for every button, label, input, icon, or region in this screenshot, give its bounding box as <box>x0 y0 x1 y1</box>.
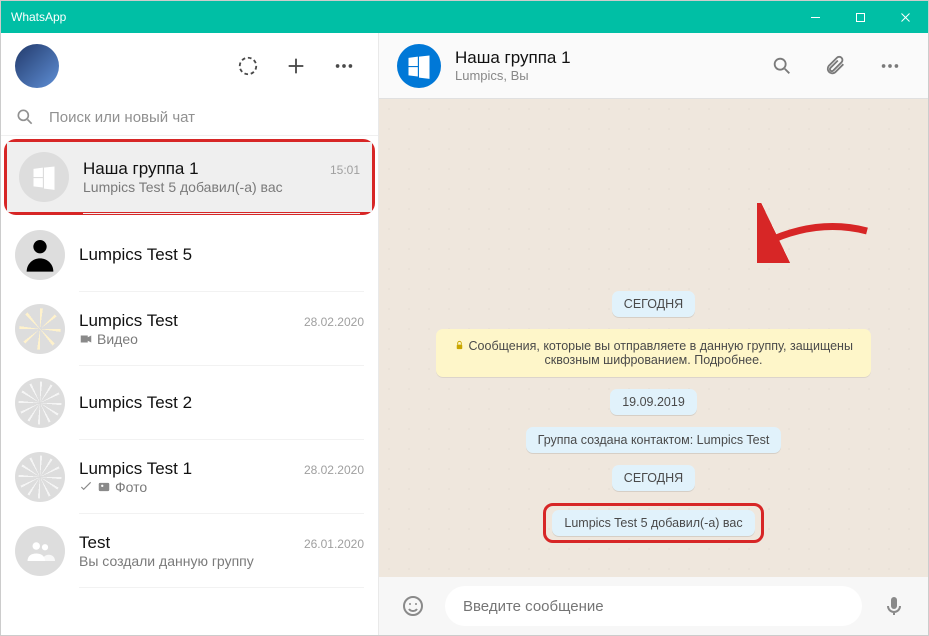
chat-avatar <box>19 152 69 202</box>
attach-button[interactable] <box>816 46 856 86</box>
chat-name: Test <box>79 533 110 553</box>
chat-name: Lumpics Test 1 <box>79 459 192 479</box>
maximize-button[interactable] <box>838 1 883 33</box>
left-panel: Наша группа 1 15:01 Lumpics Test 5 добав… <box>1 33 379 635</box>
chat-avatar <box>15 526 65 576</box>
chat-item-2[interactable]: Lumpics Test 28.02.2020 Видео <box>1 292 378 366</box>
header-menu-button[interactable] <box>870 46 910 86</box>
close-button[interactable] <box>883 1 928 33</box>
chat-time: 26.01.2020 <box>304 537 364 551</box>
encryption-banner[interactable]: Сообщения, которые вы отправляете в данн… <box>436 329 870 377</box>
search-bar[interactable] <box>1 99 378 136</box>
chat-preview-text: Фото <box>115 479 147 495</box>
chat-time: 28.02.2020 <box>304 315 364 329</box>
check-icon <box>79 480 93 494</box>
chat-area: СЕГОДНЯ Сообщения, которые вы отправляет… <box>379 99 928 577</box>
conversation-header[interactable]: Наша группа 1 Lumpics, Вы <box>379 33 928 99</box>
conversation-avatar <box>397 44 441 88</box>
chat-item-4[interactable]: Lumpics Test 1 28.02.2020 Фото <box>1 440 378 514</box>
app-window: WhatsApp <box>0 0 929 636</box>
chat-meta: Наша группа 1 15:01 Lumpics Test 5 добав… <box>83 152 360 214</box>
right-panel: Наша группа 1 Lumpics, Вы <box>379 33 928 635</box>
highlight-frame-2: Lumpics Test 5 добавил(-а) вас <box>543 503 763 543</box>
titlebar: WhatsApp <box>1 1 928 33</box>
composer <box>379 577 928 635</box>
chat-item-1[interactable]: Lumpics Test 5 <box>1 218 378 292</box>
chat-preview: Вы создали данную группу <box>79 553 364 569</box>
lock-icon <box>454 340 465 351</box>
mic-button[interactable] <box>874 586 914 626</box>
chat-meta: Lumpics Test 28.02.2020 Видео <box>79 304 364 366</box>
chat-item-5[interactable]: Test 26.01.2020 Вы создали данную группу <box>1 514 378 588</box>
conversation-subtitle: Lumpics, Вы <box>455 68 748 83</box>
banner-text: Сообщения, которые вы отправляете в данн… <box>469 339 853 367</box>
chat-content: СЕГОДНЯ Сообщения, которые вы отправляет… <box>379 99 928 577</box>
system-chip: Группа создана контактом: Lumpics Test <box>526 427 782 453</box>
message-input[interactable] <box>445 586 862 626</box>
minimize-button[interactable] <box>793 1 838 33</box>
chat-avatar <box>15 452 65 502</box>
chat-preview: Фото <box>79 479 364 495</box>
header-search-button[interactable] <box>762 46 802 86</box>
chat-meta: Lumpics Test 1 28.02.2020 Фото <box>79 452 364 514</box>
status-button[interactable] <box>228 46 268 86</box>
conversation-title: Наша группа 1 <box>455 48 748 68</box>
my-avatar[interactable] <box>15 44 59 88</box>
chat-item-3[interactable]: Lumpics Test 2 <box>1 366 378 440</box>
chat-preview: Lumpics Test 5 добавил(-а) вас <box>83 179 360 195</box>
chat-time: 28.02.2020 <box>304 463 364 477</box>
system-chip-added: Lumpics Test 5 добавил(-а) вас <box>552 510 754 536</box>
main: Наша группа 1 15:01 Lumpics Test 5 добав… <box>1 33 928 635</box>
chat-meta: Lumpics Test 5 <box>79 230 364 292</box>
conversation-title-block: Наша группа 1 Lumpics, Вы <box>455 48 748 83</box>
search-icon <box>15 107 35 127</box>
highlight-frame: Наша группа 1 15:01 Lumpics Test 5 добав… <box>4 139 375 215</box>
chat-avatar <box>15 378 65 428</box>
chat-avatar <box>15 304 65 354</box>
chat-item-0[interactable]: Наша группа 1 15:01 Lumpics Test 5 добав… <box>7 142 372 212</box>
menu-button[interactable] <box>324 46 364 86</box>
chat-avatar <box>15 230 65 280</box>
chat-preview: Видео <box>79 331 364 347</box>
new-chat-button[interactable] <box>276 46 316 86</box>
chat-time: 15:01 <box>330 163 360 177</box>
chat-meta: Test 26.01.2020 Вы создали данную группу <box>79 526 364 588</box>
search-input[interactable] <box>49 109 364 126</box>
chat-name: Lumpics Test <box>79 311 178 331</box>
chat-name: Lumpics Test 5 <box>79 245 192 265</box>
date-chip: 19.09.2019 <box>610 389 697 415</box>
emoji-button[interactable] <box>393 586 433 626</box>
chat-name: Наша группа 1 <box>83 159 199 179</box>
date-chip: СЕГОДНЯ <box>612 465 695 491</box>
chat-preview-text: Видео <box>97 331 138 347</box>
left-header <box>1 33 378 99</box>
chat-name: Lumpics Test 2 <box>79 393 192 413</box>
date-chip: СЕГОДНЯ <box>612 291 695 317</box>
video-icon <box>79 332 93 346</box>
chat-meta: Lumpics Test 2 <box>79 378 364 440</box>
photo-icon <box>97 480 111 494</box>
chat-list: Наша группа 1 15:01 Lumpics Test 5 добав… <box>1 136 378 635</box>
app-title: WhatsApp <box>11 10 793 24</box>
